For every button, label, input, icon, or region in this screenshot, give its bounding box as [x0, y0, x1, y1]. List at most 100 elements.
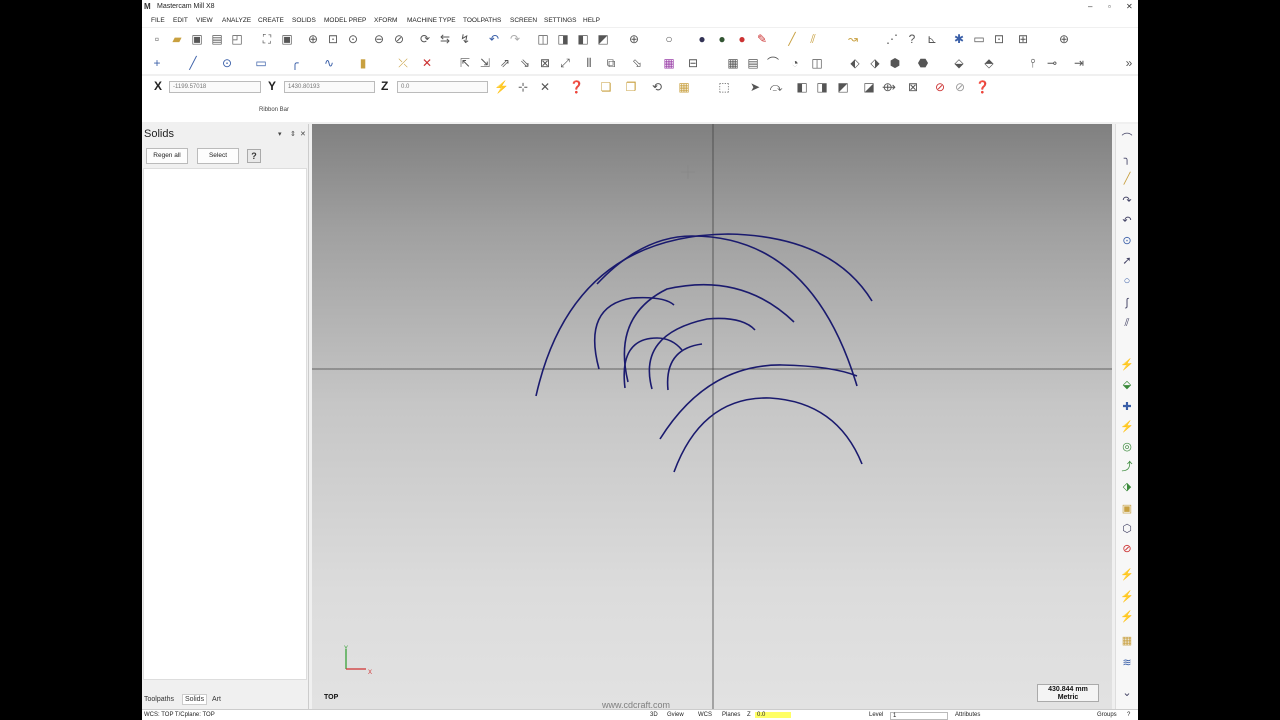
redo-icon[interactable]: ↷ — [508, 32, 522, 46]
stock-icon[interactable]: ▣ — [1120, 502, 1134, 516]
close-button[interactable]: ✕ — [1126, 2, 1133, 11]
clear-colors-icon[interactable]: ↯ — [458, 32, 472, 46]
tab-toolpaths[interactable]: Toolpaths — [144, 696, 174, 703]
menu-analyze[interactable]: ANALYZE — [222, 17, 251, 24]
sweep-icon[interactable]: ◔ — [788, 56, 802, 70]
line-icon[interactable]: ╱ — [186, 56, 200, 70]
clear-snap-icon[interactable]: ✕ — [538, 80, 552, 94]
delete-x-icon[interactable]: ✕ — [420, 56, 434, 70]
toolpath-icon[interactable]: ⚡ — [1120, 358, 1134, 372]
arc-curve[interactable] — [596, 235, 858, 387]
arc-curve[interactable] — [535, 233, 873, 397]
regen-all-button[interactable]: Regen all — [146, 148, 188, 164]
menu-file[interactable]: FILE — [151, 17, 165, 24]
chevron-down-icon[interactable]: ⌄ — [1120, 686, 1134, 700]
pointer-icon[interactable]: ➤ — [748, 80, 762, 94]
dynamic-rotate-icon[interactable]: ⟳ — [418, 32, 432, 46]
contour-icon[interactable]: ⬙ — [1120, 378, 1134, 392]
help-circle-icon[interactable]: ❓ — [569, 80, 584, 94]
select-chain-icon[interactable]: ⤼ — [769, 80, 783, 94]
offset-icon[interactable]: ⫽ — [1120, 316, 1134, 330]
undo-icon[interactable]: ↶ — [487, 32, 501, 46]
offset-icon[interactable]: ⊠ — [538, 56, 552, 70]
save-icon[interactable]: ▣ — [190, 32, 204, 46]
right-view-icon[interactable]: ◧ — [576, 32, 590, 46]
mode-3d-button[interactable]: 3D — [650, 712, 658, 718]
z-depth-field[interactable]: 0.0 — [755, 712, 791, 718]
menu-machine-type[interactable]: MACHINE TYPE — [407, 17, 456, 24]
wcs-button[interactable]: WCS — [698, 712, 712, 718]
wall-icon[interactable]: ▦ — [726, 56, 740, 70]
tool-icon[interactable]: ⬖ — [848, 56, 862, 70]
cancel-icon[interactable]: ⊘ — [1120, 542, 1134, 556]
paste-icon[interactable]: ❐ — [624, 80, 638, 94]
wireframe-sphere-icon[interactable]: ⊕ — [627, 32, 641, 46]
selection-mode-icon[interactable]: ⊠ — [906, 80, 920, 94]
y-coordinate-field[interactable]: 1430.80193 — [284, 81, 375, 93]
unzoom-icon[interactable]: ⊖ — [372, 32, 386, 46]
new-file-icon[interactable]: ▫ — [150, 32, 164, 46]
zoom-out-icon[interactable]: ⊘ — [392, 32, 406, 46]
stretch-icon[interactable]: ⤢ — [558, 56, 572, 70]
analyze-icon[interactable]: ? — [905, 32, 919, 46]
snap-icon[interactable]: ⊹ — [516, 80, 530, 94]
rotate-icon[interactable]: ⇲ — [478, 56, 492, 70]
arc-endpoints-icon[interactable]: ↶ — [1120, 214, 1134, 228]
autocursor-icon[interactable]: ⚡ — [494, 80, 509, 94]
gview-button[interactable]: Gview — [667, 712, 684, 718]
fillet-icon[interactable]: ╭ — [288, 56, 302, 70]
menu-help[interactable]: HELP — [583, 17, 600, 24]
level-field[interactable]: 1 — [890, 712, 948, 720]
arc-curve[interactable] — [659, 364, 858, 440]
fit-icon[interactable]: ⛶ — [260, 32, 274, 46]
post-icon[interactable]: ⬘ — [982, 56, 996, 70]
shaded-sphere-icon[interactable]: ○ — [662, 32, 676, 46]
surface-icon[interactable]: ⬗ — [1120, 480, 1134, 494]
arch-icon[interactable]: ⌒ — [766, 56, 780, 70]
panel-autohide-button[interactable]: ⇕ — [290, 130, 296, 138]
planes-button[interactable]: Planes — [722, 712, 740, 718]
select-window-icon[interactable]: ⬚ — [717, 80, 731, 94]
ribbon-help-icon[interactable]: ❓ — [975, 80, 990, 94]
repaint-icon[interactable]: ⇆ — [438, 32, 452, 46]
drill-icon[interactable]: ✚ — [1120, 400, 1134, 414]
parallel-line-icon[interactable]: ⫽ — [806, 32, 820, 46]
attributes-button[interactable]: Attributes — [955, 712, 980, 718]
top-view-icon[interactable]: ◫ — [536, 32, 550, 46]
x-coordinate-field[interactable]: -1199.57018 — [169, 81, 261, 93]
layers-icon[interactable]: ≋ — [1120, 656, 1134, 670]
lock-icon[interactable]: ⊕ — [1057, 32, 1071, 46]
settings-icon[interactable]: ✱ — [952, 32, 966, 46]
iso-view-icon[interactable]: ◩ — [596, 32, 610, 46]
circle-icon[interactable]: ⊙ — [220, 56, 234, 70]
zoom-target-icon[interactable]: ⊕ — [306, 32, 320, 46]
copy-icon[interactable]: ❏ — [599, 80, 613, 94]
panel-help-button[interactable]: ? — [247, 149, 261, 163]
status-help-button[interactable]: ? — [1127, 712, 1130, 718]
solids-tree[interactable] — [143, 168, 307, 680]
menu-settings[interactable]: SETTINGS — [544, 17, 577, 24]
panel-close-button[interactable]: ✕ — [300, 130, 306, 138]
select-body-icon[interactable]: ◩ — [836, 80, 850, 94]
wcs-icon[interactable]: ⬂ — [630, 56, 644, 70]
line-icon[interactable]: ╱ — [1120, 172, 1134, 186]
table-icon[interactable]: ▤ — [746, 56, 760, 70]
select-face-icon[interactable]: ◨ — [815, 80, 829, 94]
arc-icon[interactable]: ⌒ — [1120, 132, 1134, 146]
zoom-window-icon[interactable]: ▣ — [280, 32, 294, 46]
select-solid-icon[interactable]: ◧ — [795, 80, 809, 94]
delete-entities-icon[interactable]: ● — [735, 32, 749, 46]
geometry-canvas[interactable]: Y X — [312, 124, 1112, 709]
probe-icon[interactable]: ⫯ — [1026, 56, 1040, 70]
select-button[interactable]: Select — [197, 148, 239, 164]
solid-sphere-icon[interactable]: ● — [695, 32, 709, 46]
select-all-icon[interactable]: ▦ — [677, 80, 691, 94]
graphics-viewport[interactable]: Y X TOP 430.844 mm Metric www.cdcraft.co… — [312, 124, 1112, 709]
plane-icon[interactable]: ⊟ — [686, 56, 700, 70]
z-coordinate-field[interactable]: 0.0 — [397, 81, 488, 93]
arc-curve[interactable] — [623, 337, 683, 389]
solid-icon[interactable]: ⬡ — [1120, 522, 1134, 536]
fillet-icon[interactable]: ╮ — [1120, 152, 1134, 166]
regen-icon[interactable]: ⟲ — [650, 80, 664, 94]
tab-solids[interactable]: Solids — [182, 694, 208, 705]
